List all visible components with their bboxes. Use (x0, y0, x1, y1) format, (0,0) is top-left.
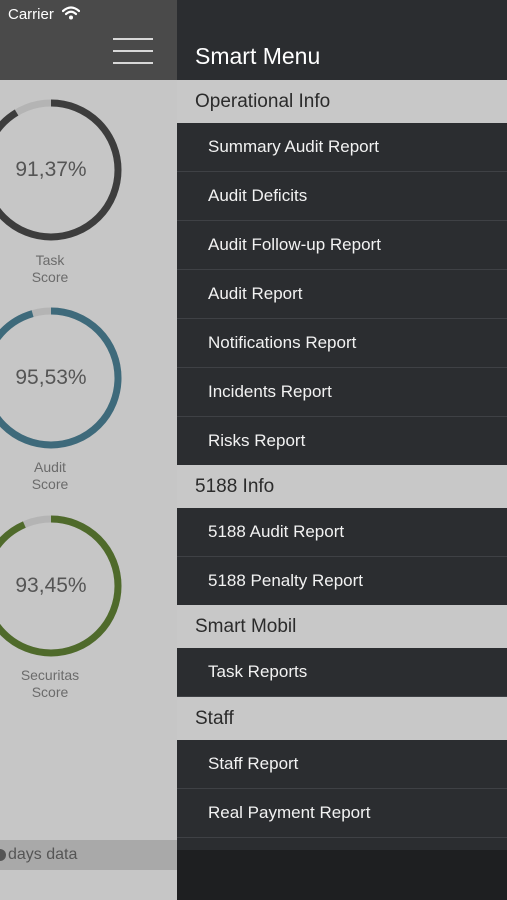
securitas-score-label: Securitas Score (20, 667, 80, 700)
dashboard-panel: Carrier 91,37% Task Score 95,53% Audit Sco… (0, 0, 177, 900)
menu-item-5188-penalty-report[interactable]: 5188 Penalty Report (177, 557, 507, 606)
menu-item-incidents-report[interactable]: Incidents Report (177, 368, 507, 417)
dashboard-header: Carrier (0, 0, 177, 80)
menu-item-task-reports[interactable]: Task Reports (177, 648, 507, 697)
task-score-label: Task Score (31, 252, 69, 285)
menu-item-risks-report[interactable]: Risks Report (177, 417, 507, 466)
task-score-value: 91,37% (15, 158, 87, 181)
audit-score-label: Audit Score (31, 459, 69, 492)
wifi-icon (62, 6, 80, 20)
hamburger-menu-icon[interactable] (113, 38, 153, 66)
section-smart-mobil: Smart Mobil (177, 605, 507, 648)
days-data-label: days data (8, 846, 78, 863)
days-indicator (0, 849, 6, 861)
carrier-label: Carrier (8, 6, 54, 23)
smart-menu-header: Smart Menu (177, 0, 507, 80)
menu-item-5188-audit-report[interactable]: 5188 Audit Report (177, 508, 507, 557)
menu-item-audit-report[interactable]: Audit Report (177, 270, 507, 319)
menu-item-audit-deficits[interactable]: Audit Deficits (177, 172, 507, 221)
section-operational-info: Operational Info (177, 80, 507, 123)
menu-item-staff-report[interactable]: Staff Report (177, 740, 507, 789)
section-staff: Staff (177, 697, 507, 740)
dashboard-footer (0, 870, 177, 900)
section-5188-info: 5188 Info (177, 465, 507, 508)
smart-menu-footer (177, 850, 507, 900)
smart-menu-title: Smart Menu (195, 43, 321, 69)
menu-item-notifications-report[interactable]: Notifications Report (177, 319, 507, 368)
securitas-score-value: 93,45% (15, 574, 87, 597)
menu-item-summary-audit-report[interactable]: Summary Audit Report (177, 123, 507, 172)
menu-item-audit-follow-up-report[interactable]: Audit Follow-up Report (177, 221, 507, 270)
days-data-bar[interactable]: days data (0, 840, 177, 870)
menu-item-real-payment-report[interactable]: Real Payment Report (177, 789, 507, 838)
audit-score-value: 95,53% (15, 366, 87, 389)
smart-menu-drawer: Smart Menu Operational Info Summary Audi… (177, 0, 507, 900)
